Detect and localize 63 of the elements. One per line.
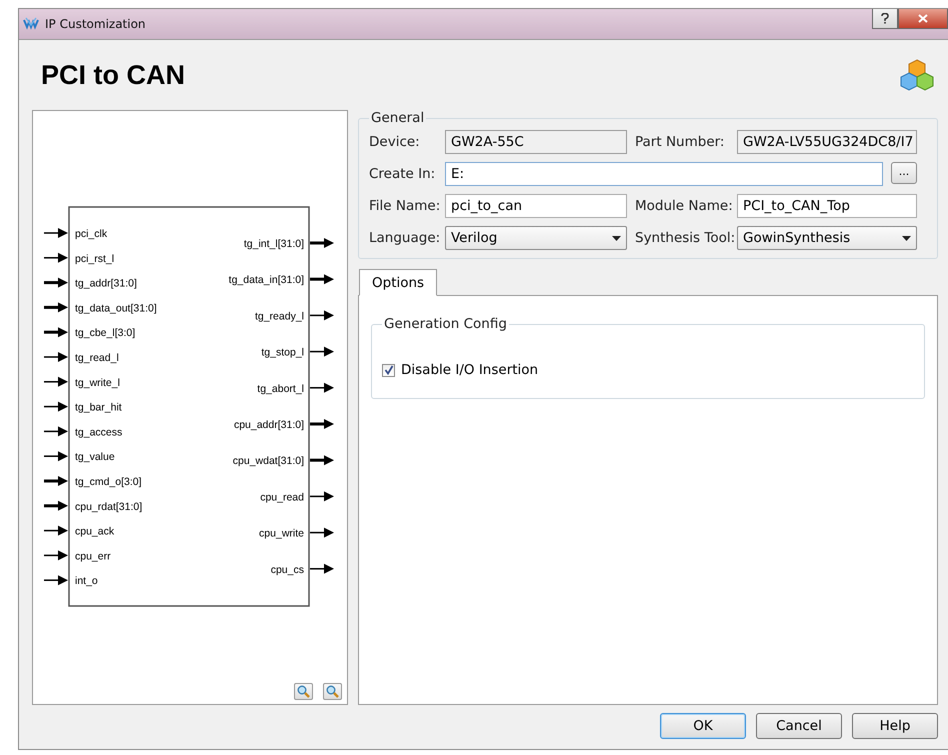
port-label: cpu_addr[31:0]: [234, 419, 304, 431]
field-label: Module Name:: [634, 198, 734, 214]
port-label: pci_clk: [75, 228, 108, 240]
help-button[interactable]: [872, 9, 898, 29]
field-label: Create In:: [369, 166, 436, 182]
browse-button[interactable]: ...: [891, 162, 917, 184]
module-name-field[interactable]: PCI_to_CAN_Top: [737, 194, 917, 218]
field-label: File Name:: [369, 198, 442, 214]
group-title: General: [370, 110, 426, 126]
zoom-in-button[interactable]: [294, 683, 313, 700]
field-label: Synthesis Tool:: [634, 230, 736, 246]
field-label: Device:: [369, 134, 421, 150]
port-label: tg_read_l: [75, 352, 119, 364]
port-label: cpu_err: [75, 550, 111, 562]
window-title: IP Customization: [45, 17, 146, 31]
port-label: tg_value: [75, 451, 115, 464]
checkbox[interactable]: [382, 364, 395, 376]
dialog-button[interactable]: OK: [660, 713, 746, 739]
port-label: cpu_write: [259, 528, 304, 540]
dropdown-arrow-icon: [612, 236, 621, 240]
port-label: cpu_read: [260, 491, 304, 504]
synthesis-tool-dropdown[interactable]: GowinSynthesis: [737, 226, 917, 250]
check-icon: [384, 365, 394, 375]
checkbox-label: Disable I/O Insertion: [401, 362, 538, 378]
port-label: tg_ready_l: [254, 310, 304, 322]
part-number-field: GW2A-LV55UG324DC8/I7: [737, 130, 917, 154]
port-label: cpu_ack: [75, 526, 114, 538]
port-label: tg_write_l: [75, 376, 120, 389]
device-field: GW2A-55C: [445, 130, 627, 154]
port-label: tg_addr[31:0]: [75, 278, 137, 290]
port-label: int_o: [75, 575, 98, 588]
port-label: tg_abort_l: [257, 382, 304, 395]
dialog-button[interactable]: Cancel: [756, 713, 842, 739]
port-label: tg_bar_hit: [75, 402, 122, 414]
port-label: tg_stop_l: [261, 346, 304, 359]
zoom-in-icon: [297, 685, 310, 698]
zoom-out-icon: [326, 685, 339, 698]
field-label: Part Number:: [634, 134, 726, 150]
port-label: tg_cmd_o[3:0]: [75, 476, 142, 488]
port-label: tg_access: [75, 426, 122, 438]
close-button[interactable]: [898, 9, 948, 29]
language-dropdown[interactable]: Verilog: [445, 226, 627, 250]
port-label: pci_rst_l: [75, 252, 114, 265]
port-label: cpu_cs: [270, 564, 304, 576]
file-name-field[interactable]: pci_to_can: [445, 194, 627, 218]
create-in-field[interactable]: E:: [445, 162, 883, 186]
zoom-out-button[interactable]: [323, 683, 342, 700]
question-mark-icon: [881, 13, 889, 24]
port-label: tg_cbe_l[3:0]: [75, 327, 136, 340]
port-label: tg_data_in[31:0]: [228, 274, 304, 286]
tab[interactable]: Options: [359, 269, 438, 296]
dialog-button[interactable]: Help: [852, 713, 938, 739]
field-label: Language:: [369, 230, 442, 246]
port-label: cpu_rdat[31:0]: [75, 500, 142, 513]
ip-title: PCI to CAN: [41, 60, 185, 90]
dropdown-arrow-icon: [902, 236, 911, 240]
cubes-icon: [900, 58, 934, 92]
port-label: tg_int_l[31:0]: [244, 238, 304, 250]
group-title: Generation Config: [383, 316, 508, 332]
logo-icon: [23, 17, 39, 31]
port-label: tg_data_out[31:0]: [75, 302, 157, 314]
close-icon: [918, 14, 928, 23]
port-label: cpu_wdat[31:0]: [232, 455, 304, 468]
